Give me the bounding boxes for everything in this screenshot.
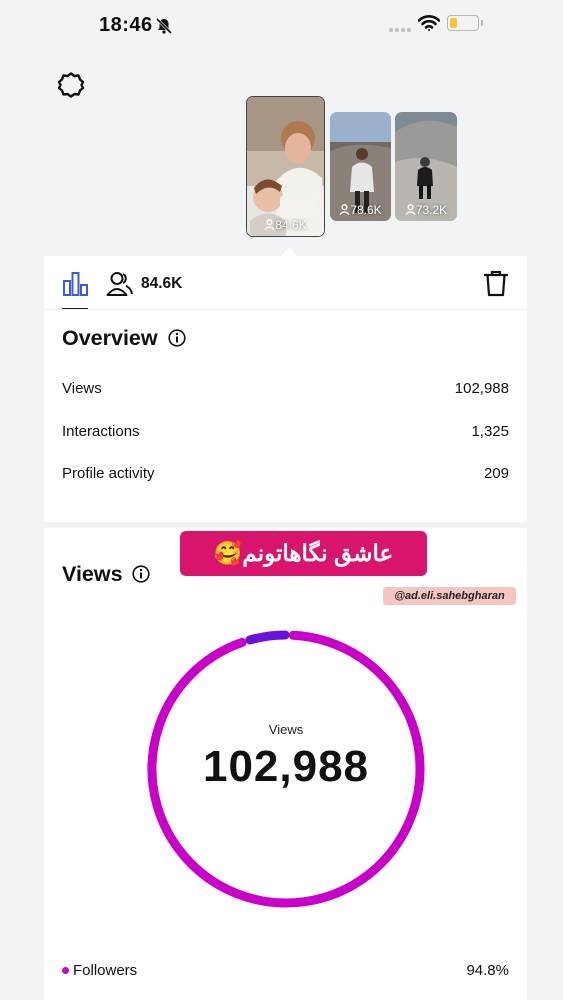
story-views-count: 78.6K <box>330 203 391 217</box>
overview-row-label: Interactions <box>62 423 140 440</box>
bell-muted-icon <box>155 17 173 35</box>
overview-row-value: 1,325 <box>471 423 509 440</box>
info-icon[interactable] <box>132 565 150 583</box>
selection-pointer <box>280 247 298 257</box>
person-icon <box>405 204 416 215</box>
battery-icon <box>447 15 483 31</box>
legend-label: Followers <box>73 962 138 979</box>
settings-icon[interactable] <box>57 71 85 99</box>
text-sticker: عاشق نگاهاتونم🥰 <box>180 531 427 576</box>
trash-icon[interactable] <box>484 270 508 297</box>
bar-chart-icon[interactable] <box>63 272 88 296</box>
legend-dot <box>62 967 69 974</box>
legend-value: 94.8% <box>466 962 509 979</box>
followers-icon[interactable] <box>106 271 133 297</box>
overview-row-value: 102,988 <box>454 380 509 397</box>
followers-count: 84.6K <box>141 275 183 292</box>
donut-slice-non-followers <box>245 630 290 645</box>
story-thumbnail[interactable]: 73.2K <box>395 112 457 221</box>
views-title: Views <box>62 562 123 586</box>
donut-value: 102,988 <box>202 742 370 791</box>
story-thumbnail[interactable]: 84.6K <box>246 96 325 237</box>
story-views-count: 84.6K <box>247 218 324 232</box>
overview-row-label: Views <box>62 380 102 397</box>
story-views-count: 73.2K <box>395 203 457 217</box>
info-icon[interactable] <box>168 329 186 347</box>
cellular-signal-icon <box>388 27 412 33</box>
person-icon <box>339 204 350 215</box>
status-time: 18:46 <box>99 14 153 36</box>
divider <box>44 309 527 310</box>
wifi-icon <box>418 15 440 31</box>
story-thumbnail[interactable]: 78.6K <box>330 112 391 221</box>
overview-row-label: Profile activity <box>62 465 155 482</box>
overview-row-value: 209 <box>483 465 509 482</box>
overview-title: Overview <box>62 326 158 350</box>
person-icon <box>264 219 275 230</box>
donut-label: Views <box>268 722 304 737</box>
mention-sticker: @ad.eli.sahebgharan <box>383 587 516 605</box>
